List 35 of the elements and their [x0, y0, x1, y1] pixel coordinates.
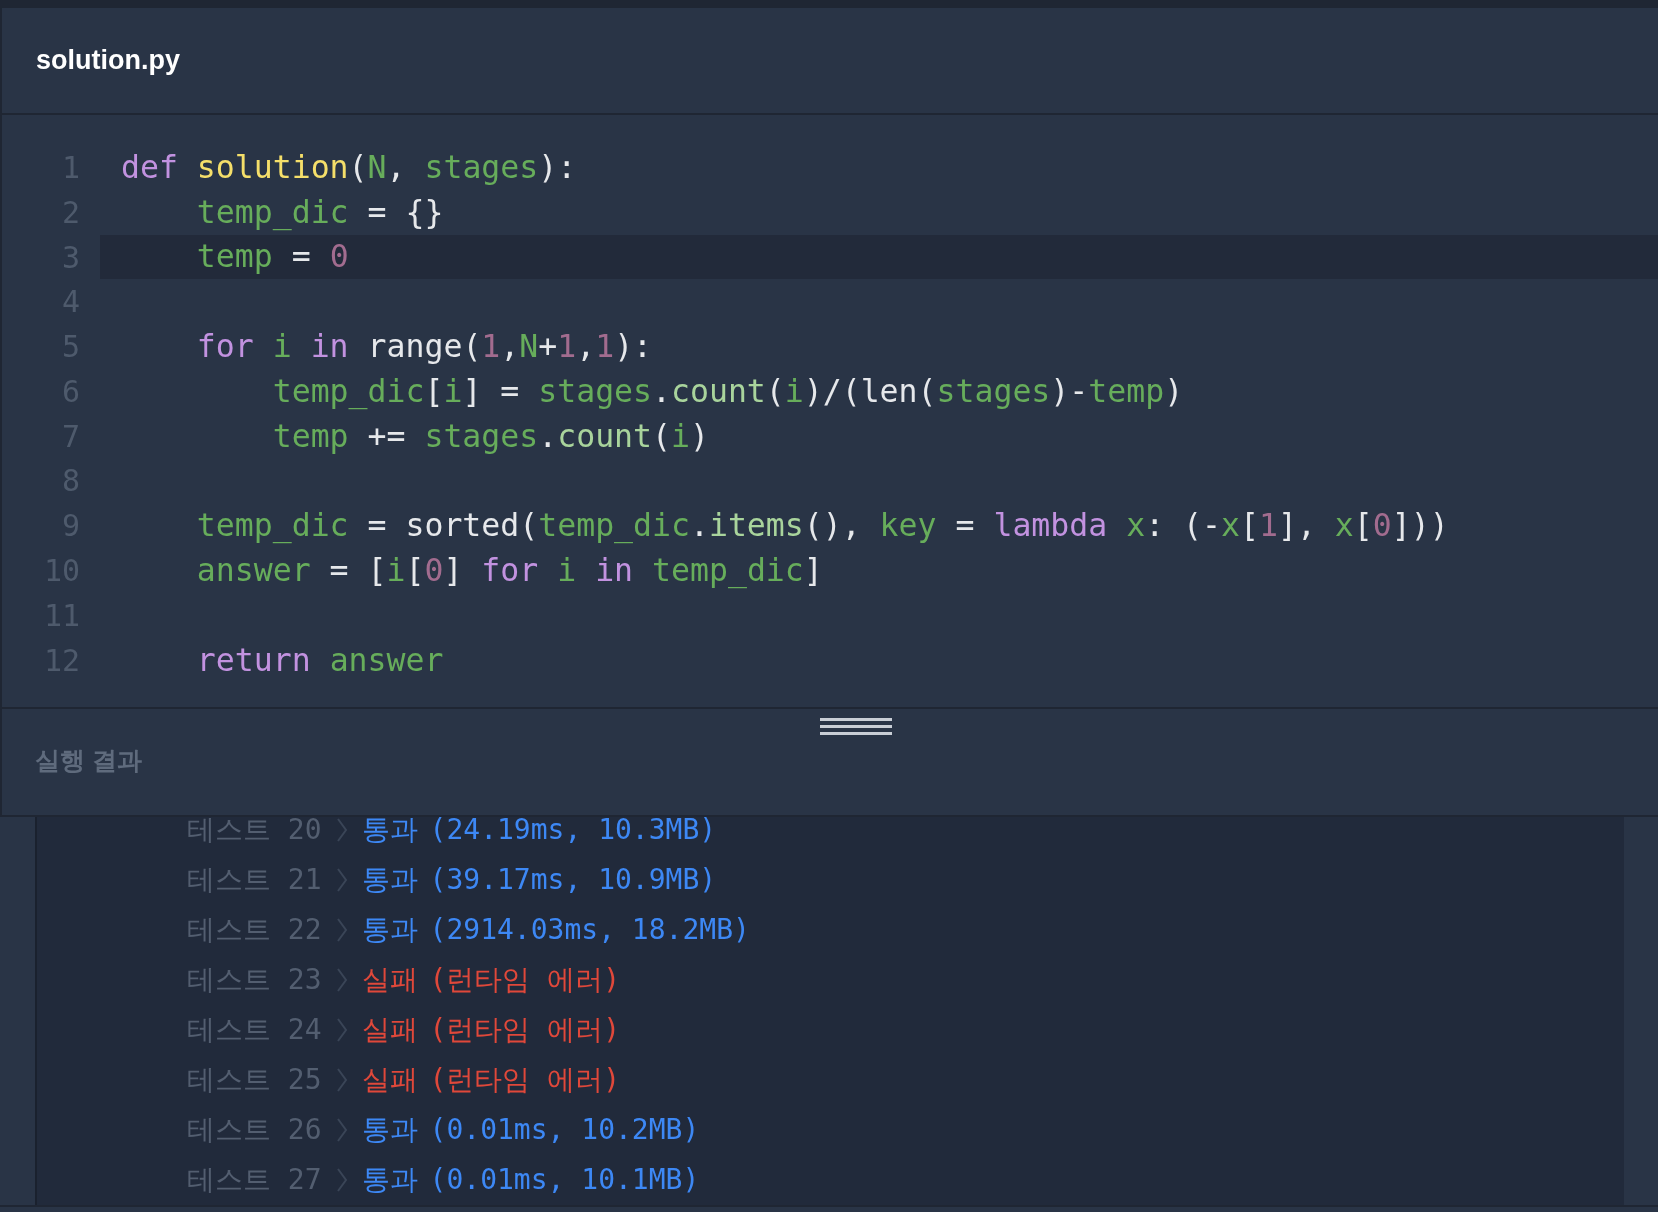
test-detail: (런타임 에러)	[429, 962, 621, 998]
chevron-icon	[335, 967, 348, 993]
chevron-icon	[335, 1167, 348, 1193]
code-text: temp_dic = sorted(temp_dic.items(), key = lambda x: (-x[1], x[0]))	[195, 506, 1449, 546]
code-text: answer = [i[0] for i in temp_dic]	[195, 550, 823, 591]
resize-handle-icon[interactable]	[820, 717, 892, 736]
test-detail: (39.17ms, 10.9MB)	[429, 862, 717, 898]
chevron-icon	[335, 817, 348, 843]
test-detail: (0.01ms, 10.2MB)	[429, 1112, 700, 1148]
test-result: 실패	[361, 962, 418, 998]
test-detail: (0.01ms, 10.1MB)	[429, 1162, 700, 1198]
test-result: 통과	[361, 1112, 418, 1148]
code-text: temp_dic[i] = stages.count(i)/(len(stages)-temp)	[271, 371, 1184, 412]
code-text: return answer	[195, 640, 444, 680]
test-detail: (2914.03ms, 18.2MB)	[429, 912, 750, 948]
code-text: for i in range(1,N+1,1):	[195, 326, 653, 366]
file-name: solution.py	[36, 44, 180, 78]
test-result: 통과	[361, 912, 418, 948]
chevron-icon	[335, 1017, 348, 1043]
code-text: temp_dic = {}	[195, 192, 444, 233]
chevron-icon	[335, 917, 348, 943]
code-text: temp = 0	[195, 237, 349, 277]
test-result: 통과	[361, 862, 418, 898]
test-result: 통과	[361, 1162, 418, 1198]
chevron-icon	[335, 1117, 348, 1143]
code-text: temp += stages.count(i)	[271, 416, 709, 456]
test-detail: (24.19ms, 10.3MB)	[429, 817, 717, 848]
test-result: 실패	[361, 1062, 418, 1098]
code-text: def solution(N, stages):	[121, 147, 577, 187]
chevron-icon	[335, 867, 348, 893]
chevron-icon	[335, 1067, 348, 1093]
test-result: 실패	[361, 1012, 418, 1048]
test-detail: (런타임 에러)	[429, 1012, 621, 1048]
test-detail: (런타임 에러)	[429, 1062, 621, 1098]
test-result: 통과	[361, 817, 418, 848]
